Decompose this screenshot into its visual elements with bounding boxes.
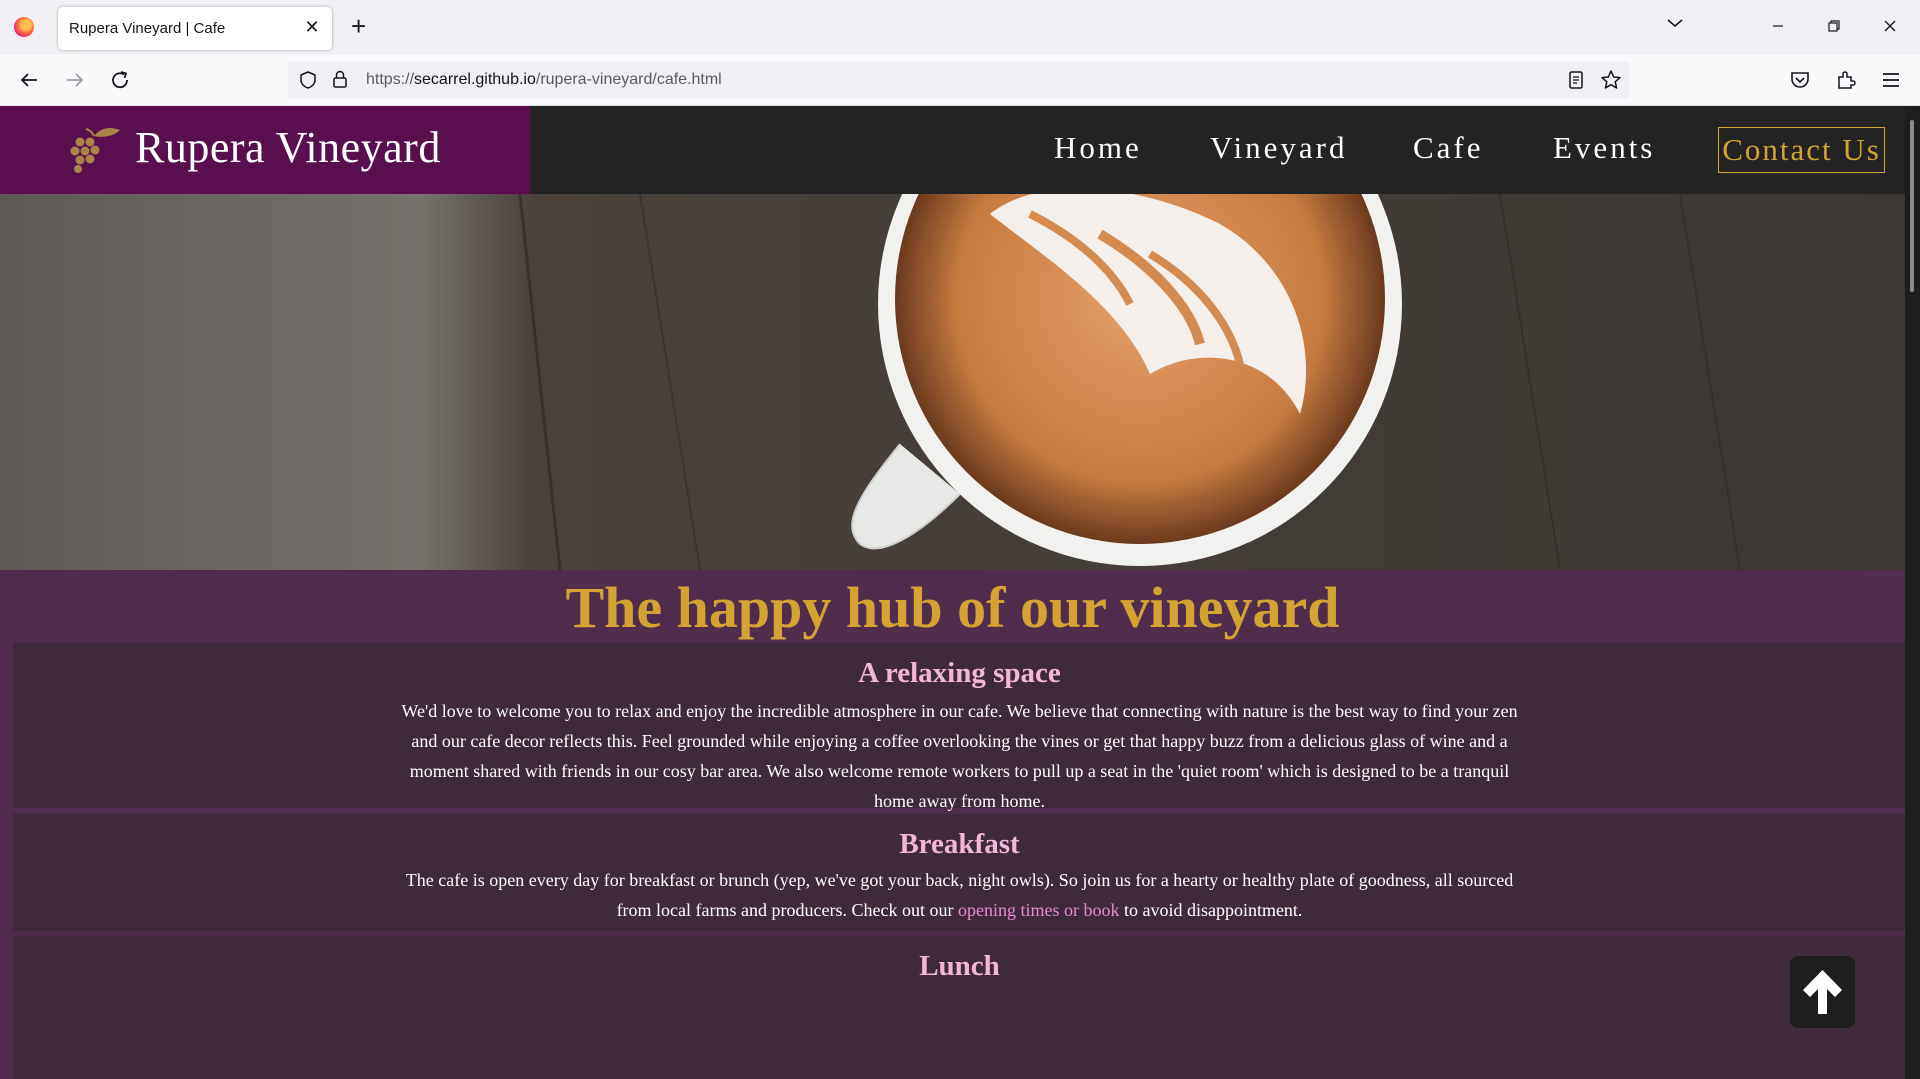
opening-times-link[interactable]: opening times or book [958,900,1119,920]
nav-contact-button[interactable]: Contact Us [1718,127,1885,173]
bookmark-star-icon[interactable] [1600,69,1622,91]
menu-icon[interactable] [1879,68,1903,92]
section-text: The cafe is open every day for breakfast… [405,870,1514,920]
close-tab-icon[interactable]: ✕ [302,17,322,37]
site-header: Rupera Vineyard Home Vineyard Cafe Event… [0,106,1905,194]
browser-tab[interactable]: Rupera Vineyard | Cafe ✕ [58,7,332,50]
brand-home-link[interactable]: Rupera Vineyard [0,106,530,194]
brand-name: Rupera Vineyard [135,123,441,172]
page-headline: The happy hub of our vineyard [565,575,1340,640]
page-scrollbar[interactable] [1905,106,1920,1079]
firefox-icon [14,17,34,37]
address-bar[interactable]: https://secarrel.github.io/rupera-vineya… [288,61,1630,99]
web-page: Rupera Vineyard Home Vineyard Cafe Event… [0,106,1905,1079]
new-tab-icon[interactable]: + [351,13,366,39]
close-window-icon[interactable] [1877,13,1903,39]
list-all-tabs-icon[interactable] [1665,16,1685,30]
forward-icon[interactable] [63,68,87,92]
reload-icon[interactable] [108,68,132,92]
reader-view-icon[interactable] [1566,70,1586,90]
nav-home[interactable]: Home [1054,130,1142,166]
nav-events[interactable]: Events [1553,130,1655,166]
nav-vineyard[interactable]: Vineyard [1210,130,1347,166]
tab-title: Rupera Vineyard | Cafe [69,20,226,37]
grapes-logo-icon [70,128,120,173]
lock-icon[interactable] [332,69,348,89]
url-text: https://secarrel.github.io/rupera-vineya… [366,71,722,88]
back-to-top-button[interactable] [1790,956,1855,1028]
minimize-icon[interactable] [1765,13,1791,39]
scrollbar-thumb[interactable] [1910,120,1914,292]
section-text: We'd love to welcome you to relax and en… [401,701,1518,811]
pocket-icon[interactable] [1788,68,1812,92]
nav-cafe[interactable]: Cafe [1413,130,1484,166]
section-title: Breakfast [899,828,1020,860]
hero-coffee-image [0,194,1905,570]
section-title: A relaxing space [858,657,1061,689]
browser-tab-bar: Rupera Vineyard | Cafe ✕ + [0,0,1920,55]
restore-icon[interactable] [1821,13,1847,39]
arrow-up-icon [1803,970,1842,1014]
extensions-icon[interactable] [1834,68,1858,92]
section-lunch: Lunch [13,936,1905,1079]
section-title: Lunch [919,950,1000,982]
back-icon[interactable] [17,68,41,92]
section-breakfast: Breakfast The cafe is open every day for… [13,814,1905,931]
tracking-protection-shield-icon[interactable] [298,70,318,90]
section-relaxing-space: A relaxing space We'd love to welcome yo… [13,642,1905,811]
